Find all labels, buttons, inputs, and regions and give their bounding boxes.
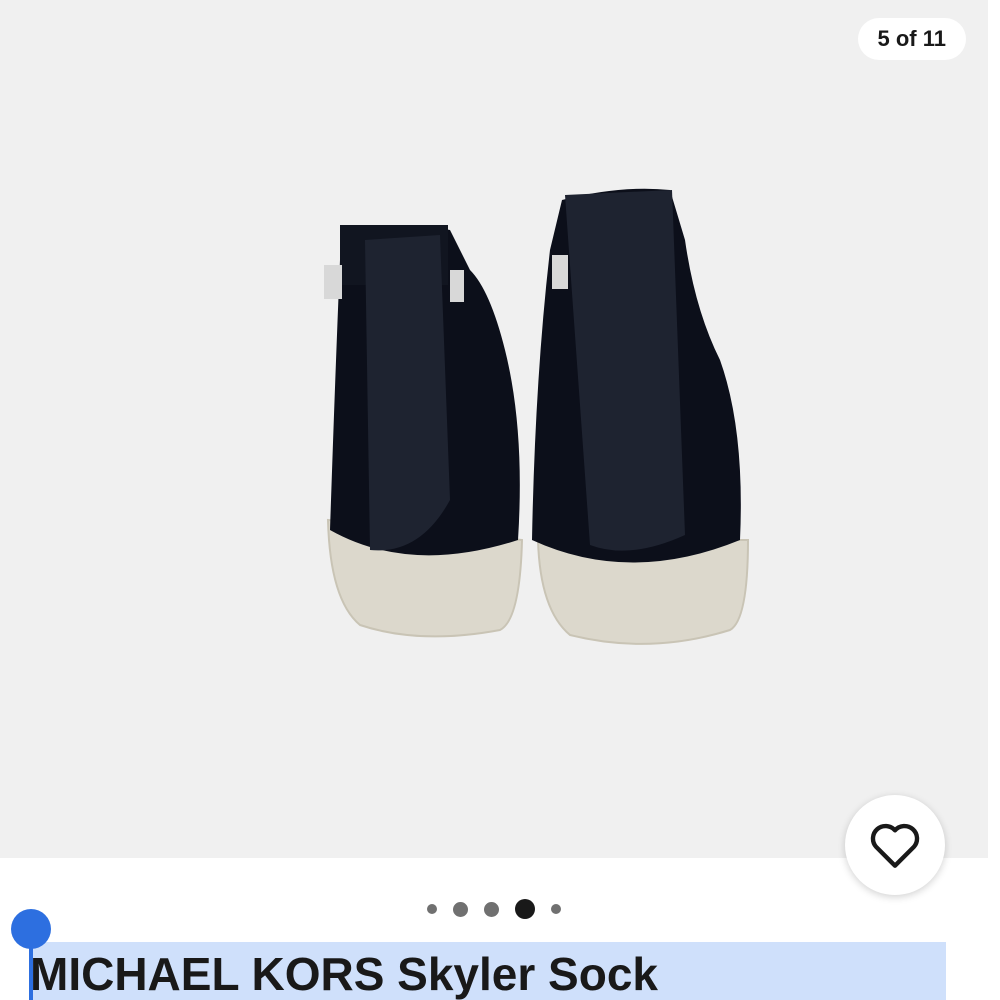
pagination-dot[interactable] bbox=[484, 901, 499, 917]
pagination-dot[interactable] bbox=[551, 904, 561, 914]
pagination-dot-active[interactable] bbox=[515, 899, 535, 919]
heart-icon bbox=[870, 823, 920, 868]
listing-title: MICHAEL KORS Skyler Sock bbox=[30, 948, 659, 1000]
watch-heart-button[interactable] bbox=[845, 795, 945, 895]
pagination-dot[interactable] bbox=[427, 904, 437, 914]
listing-title-selection[interactable]: MICHAEL KORS Skyler Sock bbox=[30, 942, 946, 1000]
image-pagination-dots[interactable] bbox=[0, 897, 988, 921]
image-gallery[interactable]: 5 of 11 bbox=[0, 0, 988, 895]
pagination-dot[interactable] bbox=[453, 901, 468, 917]
text-selection-handle[interactable] bbox=[11, 909, 51, 949]
text-selection-caret bbox=[29, 944, 33, 1000]
image-counter-badge: 5 of 11 bbox=[857, 18, 966, 60]
product-image[interactable] bbox=[300, 180, 760, 660]
